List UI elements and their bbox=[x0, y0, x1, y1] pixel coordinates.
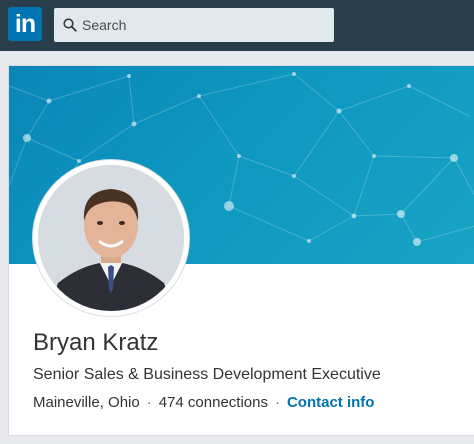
connections-count[interactable]: 474 connections bbox=[159, 394, 268, 411]
search-icon bbox=[63, 18, 77, 32]
search-input[interactable]: Search bbox=[54, 8, 334, 42]
profile-photo-frame[interactable] bbox=[33, 160, 189, 316]
profile-card: Bryan Kratz Senior Sales & Business Deve… bbox=[8, 65, 474, 436]
profile-headline: Senior Sales & Business Development Exec… bbox=[33, 366, 381, 383]
profile-location: Maineville, Ohio bbox=[33, 394, 140, 411]
contact-info-link[interactable]: Contact info bbox=[287, 394, 375, 411]
profile-meta: Maineville, Ohio · 474 connections · Contact… bbox=[33, 394, 374, 411]
profile-name: Bryan Kratz bbox=[33, 329, 159, 356]
avatar-portrait bbox=[38, 165, 184, 311]
separator-dot: · bbox=[146, 394, 152, 411]
top-nav-bar: in Search bbox=[0, 0, 474, 51]
separator-dot: · bbox=[274, 394, 280, 411]
profile-photo[interactable] bbox=[38, 165, 184, 311]
search-placeholder: Search bbox=[82, 17, 127, 33]
linkedin-logo[interactable]: in bbox=[8, 7, 42, 41]
